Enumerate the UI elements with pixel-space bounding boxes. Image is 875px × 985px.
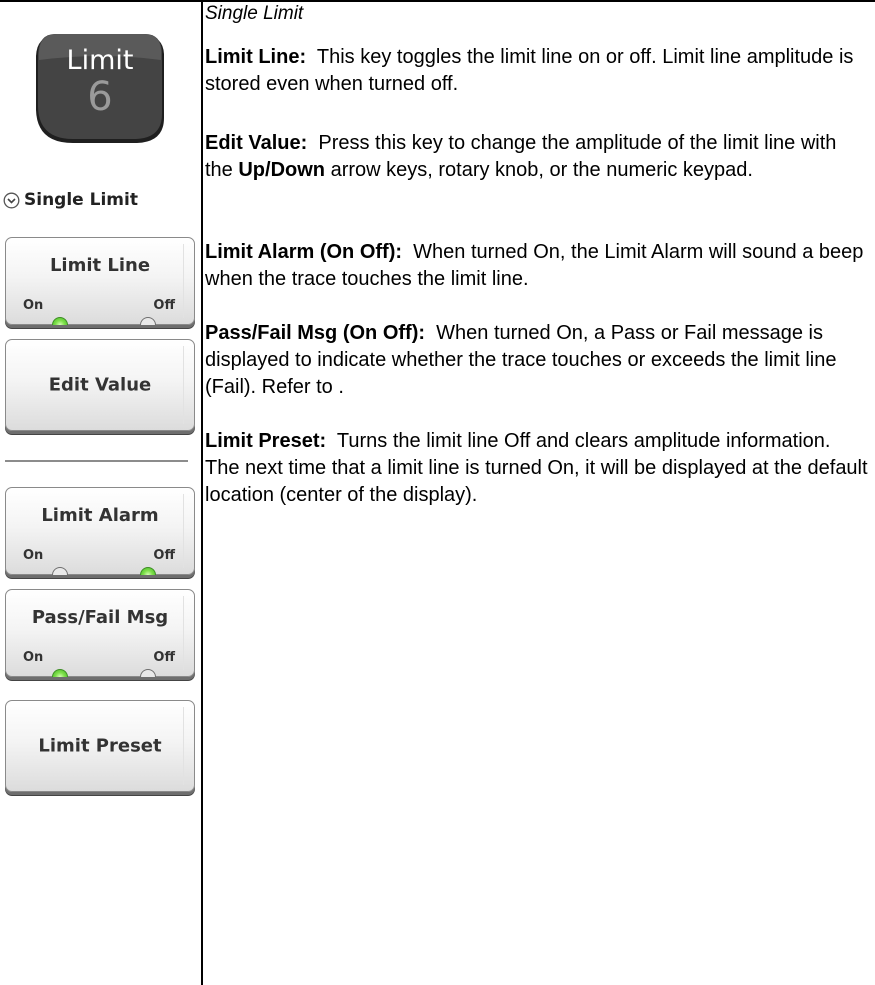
limit-hardkey[interactable]: Limit 6 xyxy=(33,30,167,146)
limit-preset-softkey[interactable]: Limit Preset xyxy=(5,700,195,792)
description-term: Limit Alarm (On Off): xyxy=(205,241,403,263)
limit-preset-label: Limit Preset xyxy=(38,735,162,757)
limit-alarm-softkey[interactable]: Limit Alarm On Off xyxy=(5,487,195,575)
menu-title: Single Limit xyxy=(3,187,138,213)
pass-fail-off-indicator xyxy=(140,669,156,677)
limit-line-off-label: Off xyxy=(153,298,175,313)
limit-alarm-off-indicator xyxy=(140,567,156,575)
edit-value-softkey[interactable]: Edit Value xyxy=(5,339,195,431)
description-text: arrow keys, rotary knob, or the numeric … xyxy=(325,159,753,181)
limit-line-off-indicator xyxy=(140,317,156,325)
pass-fail-msg-softkey[interactable]: Pass/Fail Msg On Off xyxy=(5,589,195,677)
column-divider xyxy=(201,0,203,985)
limit-alarm-label: Limit Alarm xyxy=(41,505,159,526)
pass-fail-description: Pass/Fail Msg (On Off): When turned On, … xyxy=(205,320,868,401)
pass-fail-msg-label: Pass/Fail Msg xyxy=(31,607,169,628)
pass-fail-on-indicator xyxy=(52,669,68,677)
description-term: Edit Value: xyxy=(205,132,308,154)
softkey-separator xyxy=(5,460,188,462)
section-title: Single Limit xyxy=(205,3,304,24)
pass-fail-on-label: On xyxy=(23,650,44,665)
limit-line-on-indicator xyxy=(52,317,68,325)
description-term: Limit Preset: xyxy=(205,430,327,452)
limit-alarm-on-indicator xyxy=(52,567,68,575)
chevron-down-circle-icon xyxy=(3,192,20,208)
edit-value-label: Edit Value xyxy=(48,374,152,396)
menu-title-text: Single Limit xyxy=(24,190,138,210)
limit-line-description: Limit Line: This key toggles the limit l… xyxy=(205,44,868,98)
limit-line-on-label: On xyxy=(23,298,44,313)
description-emphasis: Up/Down xyxy=(238,159,326,181)
hardkey-number: 6 xyxy=(87,74,113,120)
limit-alarm-description: Limit Alarm (On Off): When turned On, th… xyxy=(205,239,868,293)
top-rule xyxy=(0,0,875,2)
hardkey-label: Limit xyxy=(66,45,134,76)
limit-line-softkey[interactable]: Limit Line On Off xyxy=(5,237,195,325)
description-term: Limit Line: xyxy=(205,46,307,68)
limit-alarm-off-label: Off xyxy=(153,548,175,563)
limit-preset-description: Limit Preset: Turns the limit line Off a… xyxy=(205,428,868,509)
limit-line-label: Limit Line xyxy=(49,255,151,276)
edit-value-description: Edit Value: Press this key to change the… xyxy=(205,130,868,184)
limit-alarm-on-label: On xyxy=(23,548,44,563)
description-term: Pass/Fail Msg (On Off): xyxy=(205,322,426,344)
pass-fail-off-label: Off xyxy=(153,650,175,665)
